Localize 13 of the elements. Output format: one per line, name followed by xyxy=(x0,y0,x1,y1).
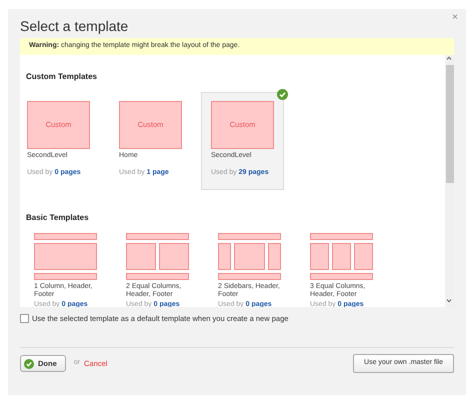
scroll-down-icon[interactable] xyxy=(446,299,452,304)
checkbox[interactable] xyxy=(20,314,29,324)
layout-thumbnail xyxy=(218,232,281,280)
section-heading: Custom Templates xyxy=(26,71,98,83)
layout-thumbnail xyxy=(34,232,97,280)
layout-thumbnail xyxy=(310,232,373,280)
section-heading: Basic Templates xyxy=(26,212,90,224)
checkmark-icon xyxy=(24,358,34,368)
layout-thumbnail xyxy=(126,232,189,280)
scroll-up-icon[interactable] xyxy=(446,56,452,60)
dialog-title: Select a template xyxy=(20,17,130,36)
checkmark-icon xyxy=(277,88,288,100)
scroll-thumb[interactable] xyxy=(446,65,454,183)
